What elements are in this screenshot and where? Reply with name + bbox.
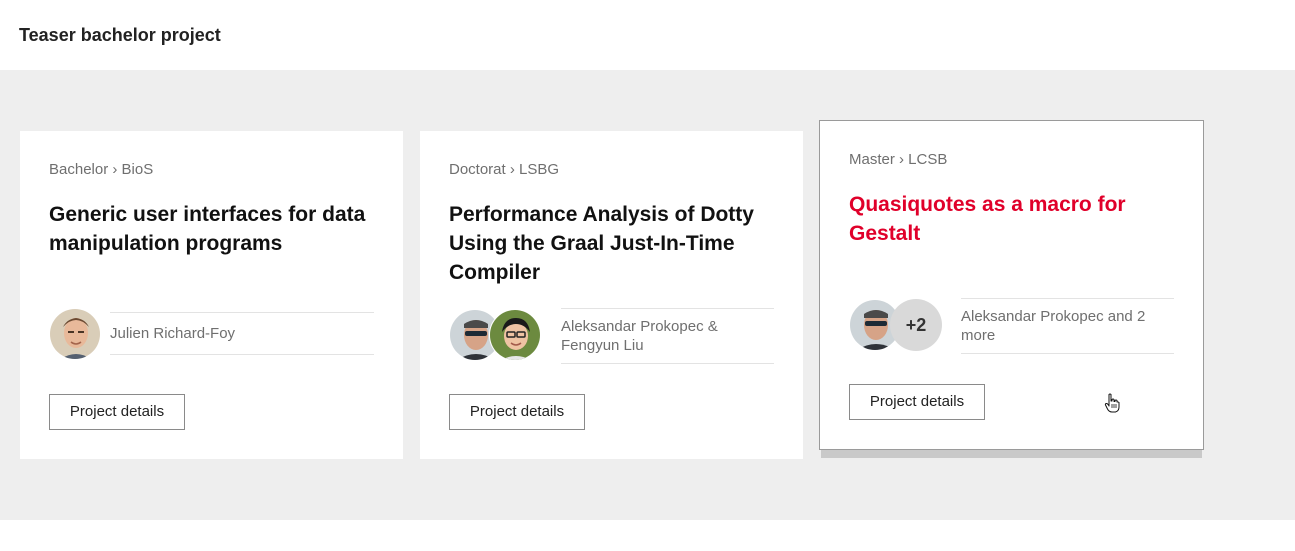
project-card[interactable]: Master › LCSB Quasiquotes as a macro for… [819,120,1204,450]
avatar[interactable] [489,309,541,361]
card-people: Aleksandar Prokopec & Fengyun Liu [561,308,774,364]
people-names[interactable]: Julien Richard-Foy [110,324,235,343]
people-names[interactable]: Aleksandar Prokopec & Fengyun Liu [561,317,774,355]
project-card[interactable]: Bachelor › BioS Generic user interfaces … [20,131,403,459]
card-breadcrumb[interactable]: Bachelor › BioS [49,161,153,178]
more-people-badge[interactable]: +2 [890,299,942,351]
project-details-button[interactable]: Project details [449,394,585,430]
project-details-button[interactable]: Project details [49,394,185,430]
card-title[interactable]: Performance Analysis of Dotty Using the … [449,200,769,287]
pointer-hand-cursor-icon [1104,393,1120,413]
page-header: Teaser bachelor project [0,0,1295,70]
card-people: Aleksandar Prokopec and 2 more [961,298,1174,354]
card-title[interactable]: Generic user interfaces for data manipul… [49,200,369,258]
people-names[interactable]: Aleksandar Prokopec and 2 more [961,307,1174,345]
page-title: Teaser bachelor project [19,25,221,45]
project-details-button[interactable]: Project details [849,384,985,420]
card-breadcrumb[interactable]: Doctorat › LSBG [449,161,559,178]
project-card[interactable]: Doctorat › LSBG Performance Analysis of … [420,131,803,459]
card-title[interactable]: Quasiquotes as a macro for Gestalt [849,190,1169,248]
card-people: Julien Richard-Foy [110,312,374,355]
card-breadcrumb[interactable]: Master › LCSB [849,151,947,168]
avatar[interactable] [49,308,101,360]
